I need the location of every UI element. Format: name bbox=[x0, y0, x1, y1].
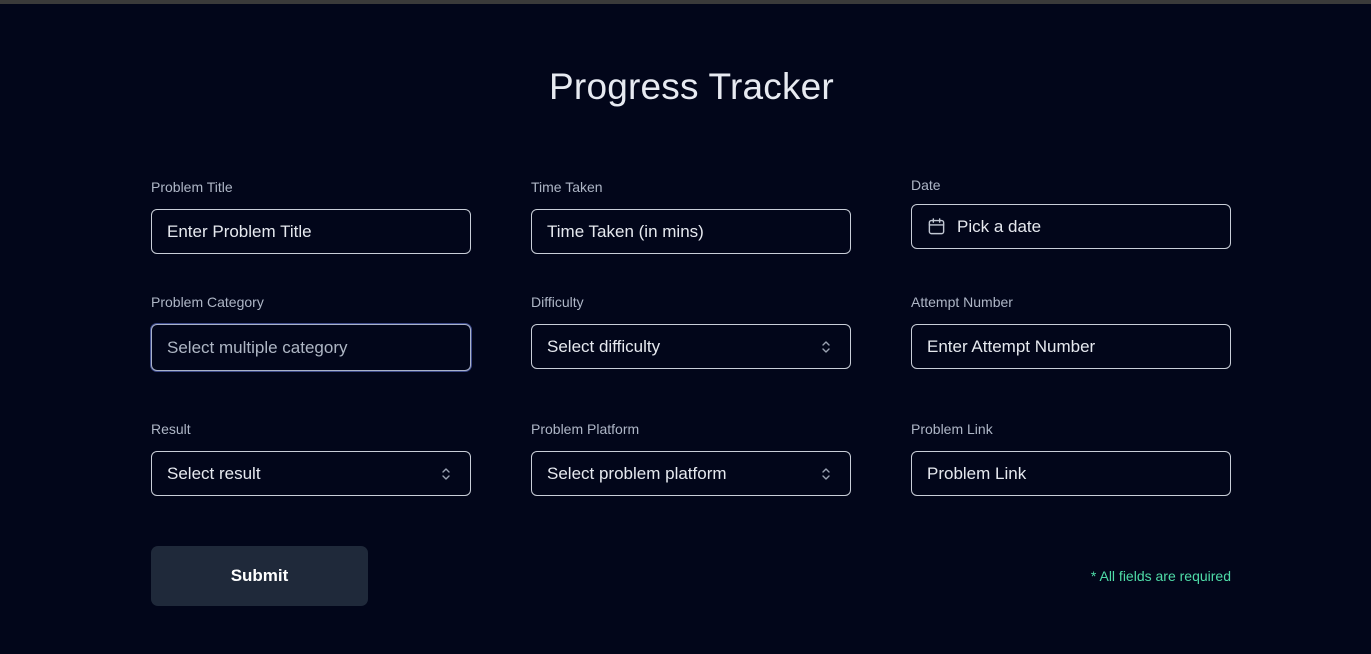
difficulty-placeholder: Select difficulty bbox=[547, 336, 661, 356]
time-taken-group: Time Taken Time Taken (in mins) bbox=[531, 178, 851, 254]
difficulty-select[interactable]: Select difficulty bbox=[531, 324, 851, 369]
problem-platform-label: Problem Platform bbox=[531, 421, 640, 437]
difficulty-label: Difficulty bbox=[531, 294, 584, 310]
difficulty-group: Difficulty Select difficulty bbox=[531, 293, 851, 369]
window-top-bar bbox=[0, 0, 1371, 4]
date-picker-button[interactable]: Pick a date bbox=[911, 204, 1231, 249]
date-group: Date Pick a date bbox=[911, 176, 1231, 249]
page-title: Progress Tracker bbox=[549, 66, 834, 107]
problem-platform-group: Problem Platform Select problem platform bbox=[531, 420, 851, 496]
attempt-number-placeholder: Enter Attempt Number bbox=[927, 336, 1096, 356]
time-taken-input[interactable]: Time Taken (in mins) bbox=[531, 209, 851, 254]
problem-category-group: Problem Category Select multiple categor… bbox=[151, 293, 471, 371]
chevron-updown-icon bbox=[822, 467, 830, 480]
result-group: Result Select result bbox=[151, 420, 471, 496]
problem-category-placeholder: Select multiple category bbox=[167, 337, 348, 357]
attempt-number-input[interactable]: Enter Attempt Number bbox=[911, 324, 1231, 369]
problem-link-group: Problem Link Problem Link bbox=[911, 420, 1231, 496]
required-fields-note: * All fields are required bbox=[1090, 568, 1231, 584]
time-taken-label: Time Taken bbox=[531, 179, 603, 195]
date-placeholder: Pick a date bbox=[957, 216, 1042, 236]
time-taken-placeholder: Time Taken (in mins) bbox=[547, 221, 704, 241]
problem-link-input[interactable]: Problem Link bbox=[911, 451, 1231, 496]
result-label: Result bbox=[151, 421, 191, 437]
problem-category-multiselect[interactable]: Select multiple category bbox=[151, 324, 471, 371]
problem-link-placeholder: Problem Link bbox=[927, 463, 1027, 483]
date-label: Date bbox=[911, 177, 941, 193]
chevron-updown-icon bbox=[822, 340, 830, 353]
problem-category-label: Problem Category bbox=[151, 294, 264, 310]
problem-platform-placeholder: Select problem platform bbox=[547, 463, 727, 483]
problem-title-group: Problem Title Enter Problem Title bbox=[151, 178, 471, 254]
attempt-number-group: Attempt Number Enter Attempt Number bbox=[911, 293, 1231, 369]
result-placeholder: Select result bbox=[167, 463, 261, 483]
problem-title-label: Problem Title bbox=[151, 179, 233, 195]
result-select[interactable]: Select result bbox=[151, 451, 471, 496]
chevron-updown-icon bbox=[442, 467, 450, 480]
problem-title-input[interactable]: Enter Problem Title bbox=[151, 209, 471, 254]
attempt-number-label: Attempt Number bbox=[911, 294, 1013, 310]
problem-title-placeholder: Enter Problem Title bbox=[167, 221, 312, 241]
problem-link-label: Problem Link bbox=[911, 421, 993, 437]
calendar-icon bbox=[928, 218, 945, 235]
submit-button[interactable]: Submit bbox=[151, 546, 368, 606]
problem-platform-select[interactable]: Select problem platform bbox=[531, 451, 851, 496]
